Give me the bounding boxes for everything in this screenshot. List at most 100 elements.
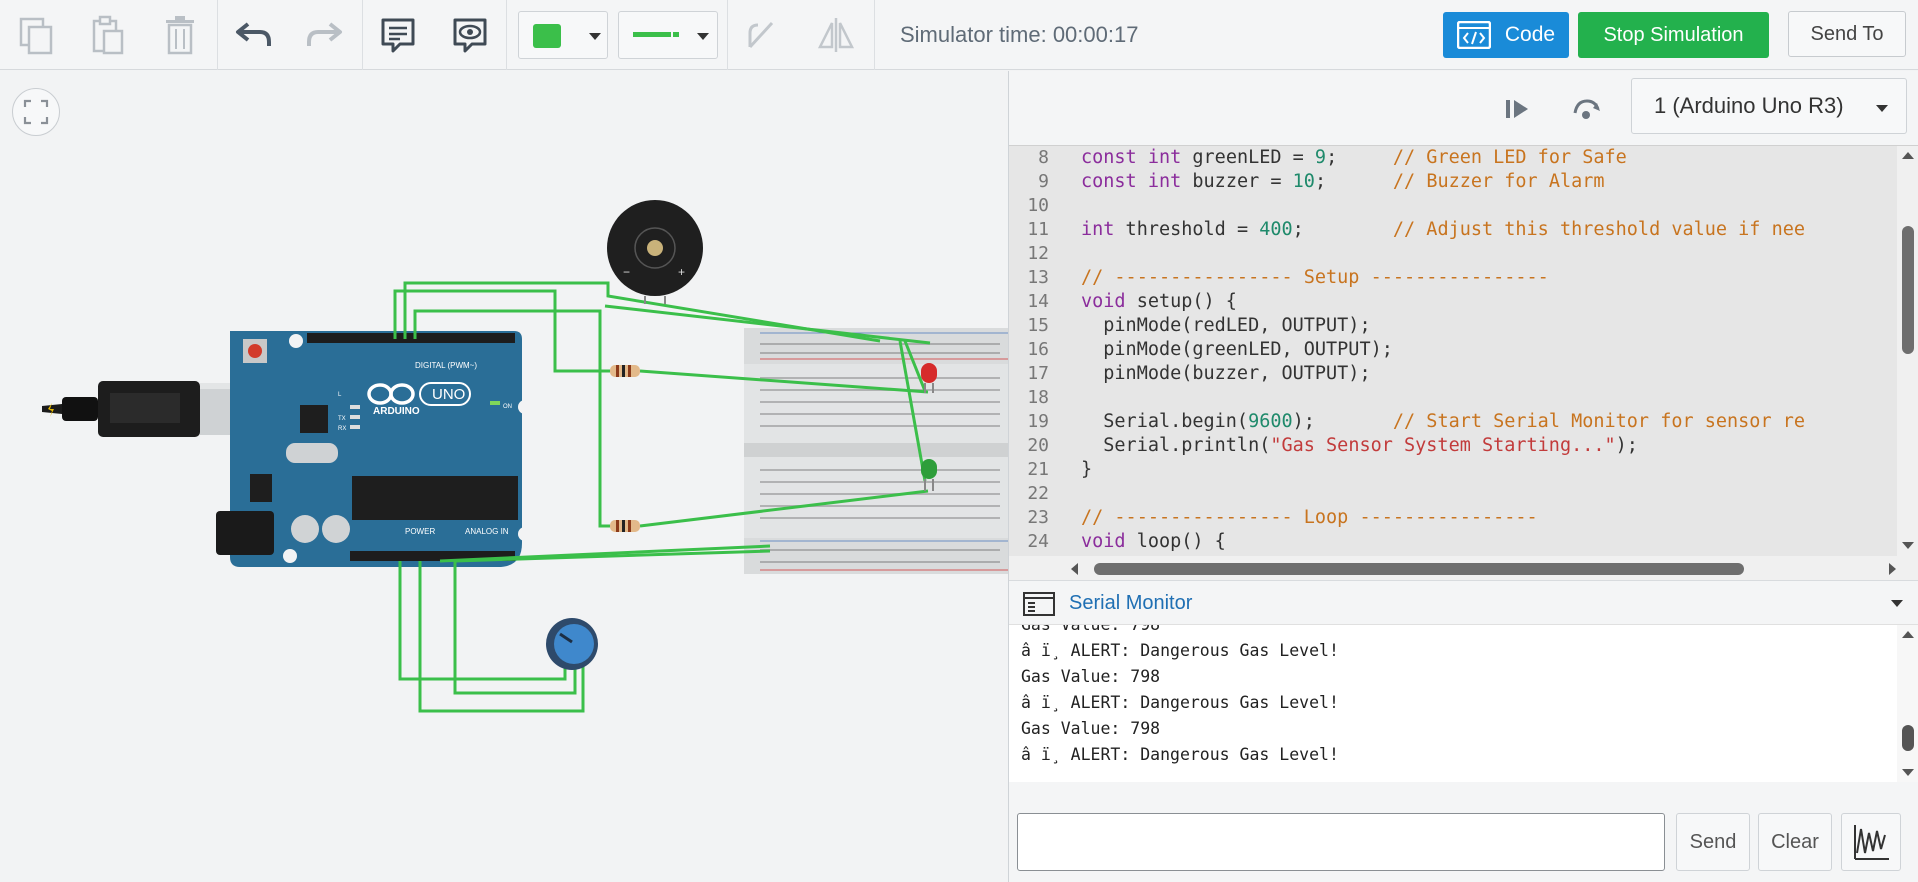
line-number: 19 [1027, 411, 1049, 432]
chevron-down-icon[interactable] [1891, 600, 1903, 607]
serial-monitor-header[interactable]: Serial Monitor [1009, 580, 1918, 624]
line-number: 15 [1027, 315, 1049, 336]
send-to-button[interactable]: Send To [1788, 11, 1906, 57]
code-editor[interactable]: 8 9 10 11 12 13 14 15 16 17 18 19 20 21 … [1009, 145, 1918, 580]
flip-icon[interactable] [812, 11, 860, 59]
rotate-icon[interactable] [738, 11, 786, 59]
usb-cable[interactable] [42, 381, 260, 437]
line-number: 11 [1027, 219, 1049, 240]
clear-button-label: Clear [1771, 830, 1819, 853]
delete-icon[interactable] [156, 11, 204, 59]
code-line: } [1081, 459, 1093, 480]
paste-icon[interactable] [84, 11, 132, 59]
code-line: pinMode(redLED, OUTPUT); [1081, 315, 1371, 336]
redo-icon[interactable] [300, 11, 348, 59]
notes-visibility-icon[interactable] [446, 11, 494, 59]
chevron-down-icon [697, 33, 709, 40]
wire-color-picker[interactable] [518, 11, 608, 59]
svg-text:−: − [623, 265, 630, 279]
serial-scrollbar[interactable] [1897, 625, 1918, 782]
send-button[interactable]: Send [1676, 813, 1750, 871]
tx-label: TX [338, 416, 346, 422]
line-number-gutter: 8 9 10 11 12 13 14 15 16 17 18 19 20 21 … [1009, 146, 1067, 576]
scroll-left-icon[interactable] [1071, 563, 1078, 575]
toolbar: Simulator time: 00:00:17 Code Stop Simul… [0, 0, 1918, 70]
notes-icon[interactable] [374, 11, 422, 59]
line-number: 17 [1027, 363, 1049, 384]
toolbar-divider [362, 0, 363, 70]
serial-line: Gas Value: 798 [1021, 719, 1161, 738]
code-line: Serial.println("Gas Sensor System Starti… [1081, 435, 1638, 456]
circuit-canvas[interactable]: UNO ARDUINO DIGITAL (PWM~) POWER ANALOG … [0, 71, 1008, 882]
rx-label: RX [338, 426, 346, 432]
undo-icon[interactable] [230, 11, 278, 59]
scroll-right-icon[interactable] [1889, 563, 1896, 575]
resistor-bottom[interactable] [610, 520, 640, 532]
scrollbar-thumb[interactable] [1902, 725, 1914, 751]
serial-input-bar: Send Clear [1009, 805, 1918, 882]
board-select-value: 1 (Arduino Uno R3) [1654, 93, 1844, 118]
code-line: Serial.begin(9600); // Start Serial Moni… [1081, 411, 1805, 432]
arduino-model-label: UNO [432, 386, 465, 403]
toolbar-divider [874, 0, 875, 70]
circuit-drawing: UNO ARDUINO DIGITAL (PWM~) POWER ANALOG … [42, 200, 1008, 713]
line-number: 22 [1027, 483, 1049, 504]
chevron-down-icon [589, 33, 601, 40]
line-number: 14 [1027, 291, 1049, 312]
arduino-uno-board[interactable]: UNO ARDUINO DIGITAL (PWM~) POWER ANALOG … [216, 331, 532, 567]
line-number: 21 [1027, 459, 1049, 480]
line-number: 8 [1038, 147, 1049, 168]
code-line: // ---------------- Loop ---------------… [1081, 507, 1538, 528]
clear-button[interactable]: Clear [1758, 813, 1832, 871]
wire-type-picker[interactable] [618, 11, 718, 59]
board-select[interactable]: 1 (Arduino Uno R3) [1631, 78, 1907, 134]
line-number: 10 [1027, 195, 1049, 216]
toolbar-divider [217, 0, 218, 70]
copy-icon[interactable] [12, 11, 60, 59]
step-over-icon[interactable] [1566, 89, 1606, 129]
serial-line: â ï¸ ALERT: Dangerous Gas Level! [1021, 693, 1339, 712]
color-swatch [533, 24, 561, 48]
wire-line-dot [673, 32, 679, 37]
breadboard[interactable] [744, 328, 1008, 574]
toolbar-divider [727, 0, 728, 70]
terminal-window-icon [1023, 592, 1055, 616]
line-number: 9 [1038, 171, 1049, 192]
potentiometer[interactable] [546, 618, 598, 670]
serial-line: Gas Value: 798 [1021, 624, 1161, 634]
line-number: 16 [1027, 339, 1049, 360]
code-button[interactable]: Code [1443, 12, 1569, 58]
graph-button[interactable] [1841, 813, 1901, 871]
step-icon[interactable] [1497, 89, 1537, 129]
arduino-brand-label: ARDUINO [373, 406, 420, 417]
scroll-down-icon[interactable] [1902, 769, 1914, 776]
piezo-buzzer[interactable]: − + [607, 200, 703, 304]
scroll-up-icon[interactable] [1902, 152, 1914, 159]
code-line: int threshold = 400; // Adjust this thre… [1081, 219, 1805, 240]
serial-line: â ï¸ ALERT: Dangerous Gas Level! [1021, 745, 1339, 764]
scroll-up-icon[interactable] [1902, 631, 1914, 638]
serial-line: â ï¸ ALERT: Dangerous Gas Level! [1021, 641, 1339, 660]
editor-vertical-scrollbar[interactable] [1897, 146, 1918, 556]
serial-line: Gas Value: 798 [1021, 667, 1161, 686]
code-panel-header: 1 (Arduino Uno R3) [1009, 71, 1918, 145]
stop-simulation-label: Stop Simulation [1603, 23, 1744, 46]
line-number: 12 [1027, 243, 1049, 264]
scrollbar-thumb[interactable] [1094, 563, 1744, 575]
serial-input[interactable] [1017, 813, 1665, 871]
editor-horizontal-scrollbar[interactable] [1009, 556, 1918, 580]
scroll-down-icon[interactable] [1902, 542, 1914, 549]
code-text[interactable]: const int greenLED = 9; // Green LED for… [1081, 146, 1896, 556]
scrollbar-thumb[interactable] [1902, 226, 1914, 354]
line-number: 13 [1027, 267, 1049, 288]
stop-simulation-button[interactable]: Stop Simulation [1578, 12, 1769, 58]
code-line: const int buzzer = 10; // Buzzer for Ala… [1081, 171, 1605, 192]
resistor-top[interactable] [610, 365, 640, 377]
line-number: 24 [1027, 531, 1049, 552]
code-line: void setup() { [1081, 291, 1237, 312]
code-panel: 1 (Arduino Uno R3) 8 9 10 11 12 13 14 15… [1008, 71, 1918, 882]
